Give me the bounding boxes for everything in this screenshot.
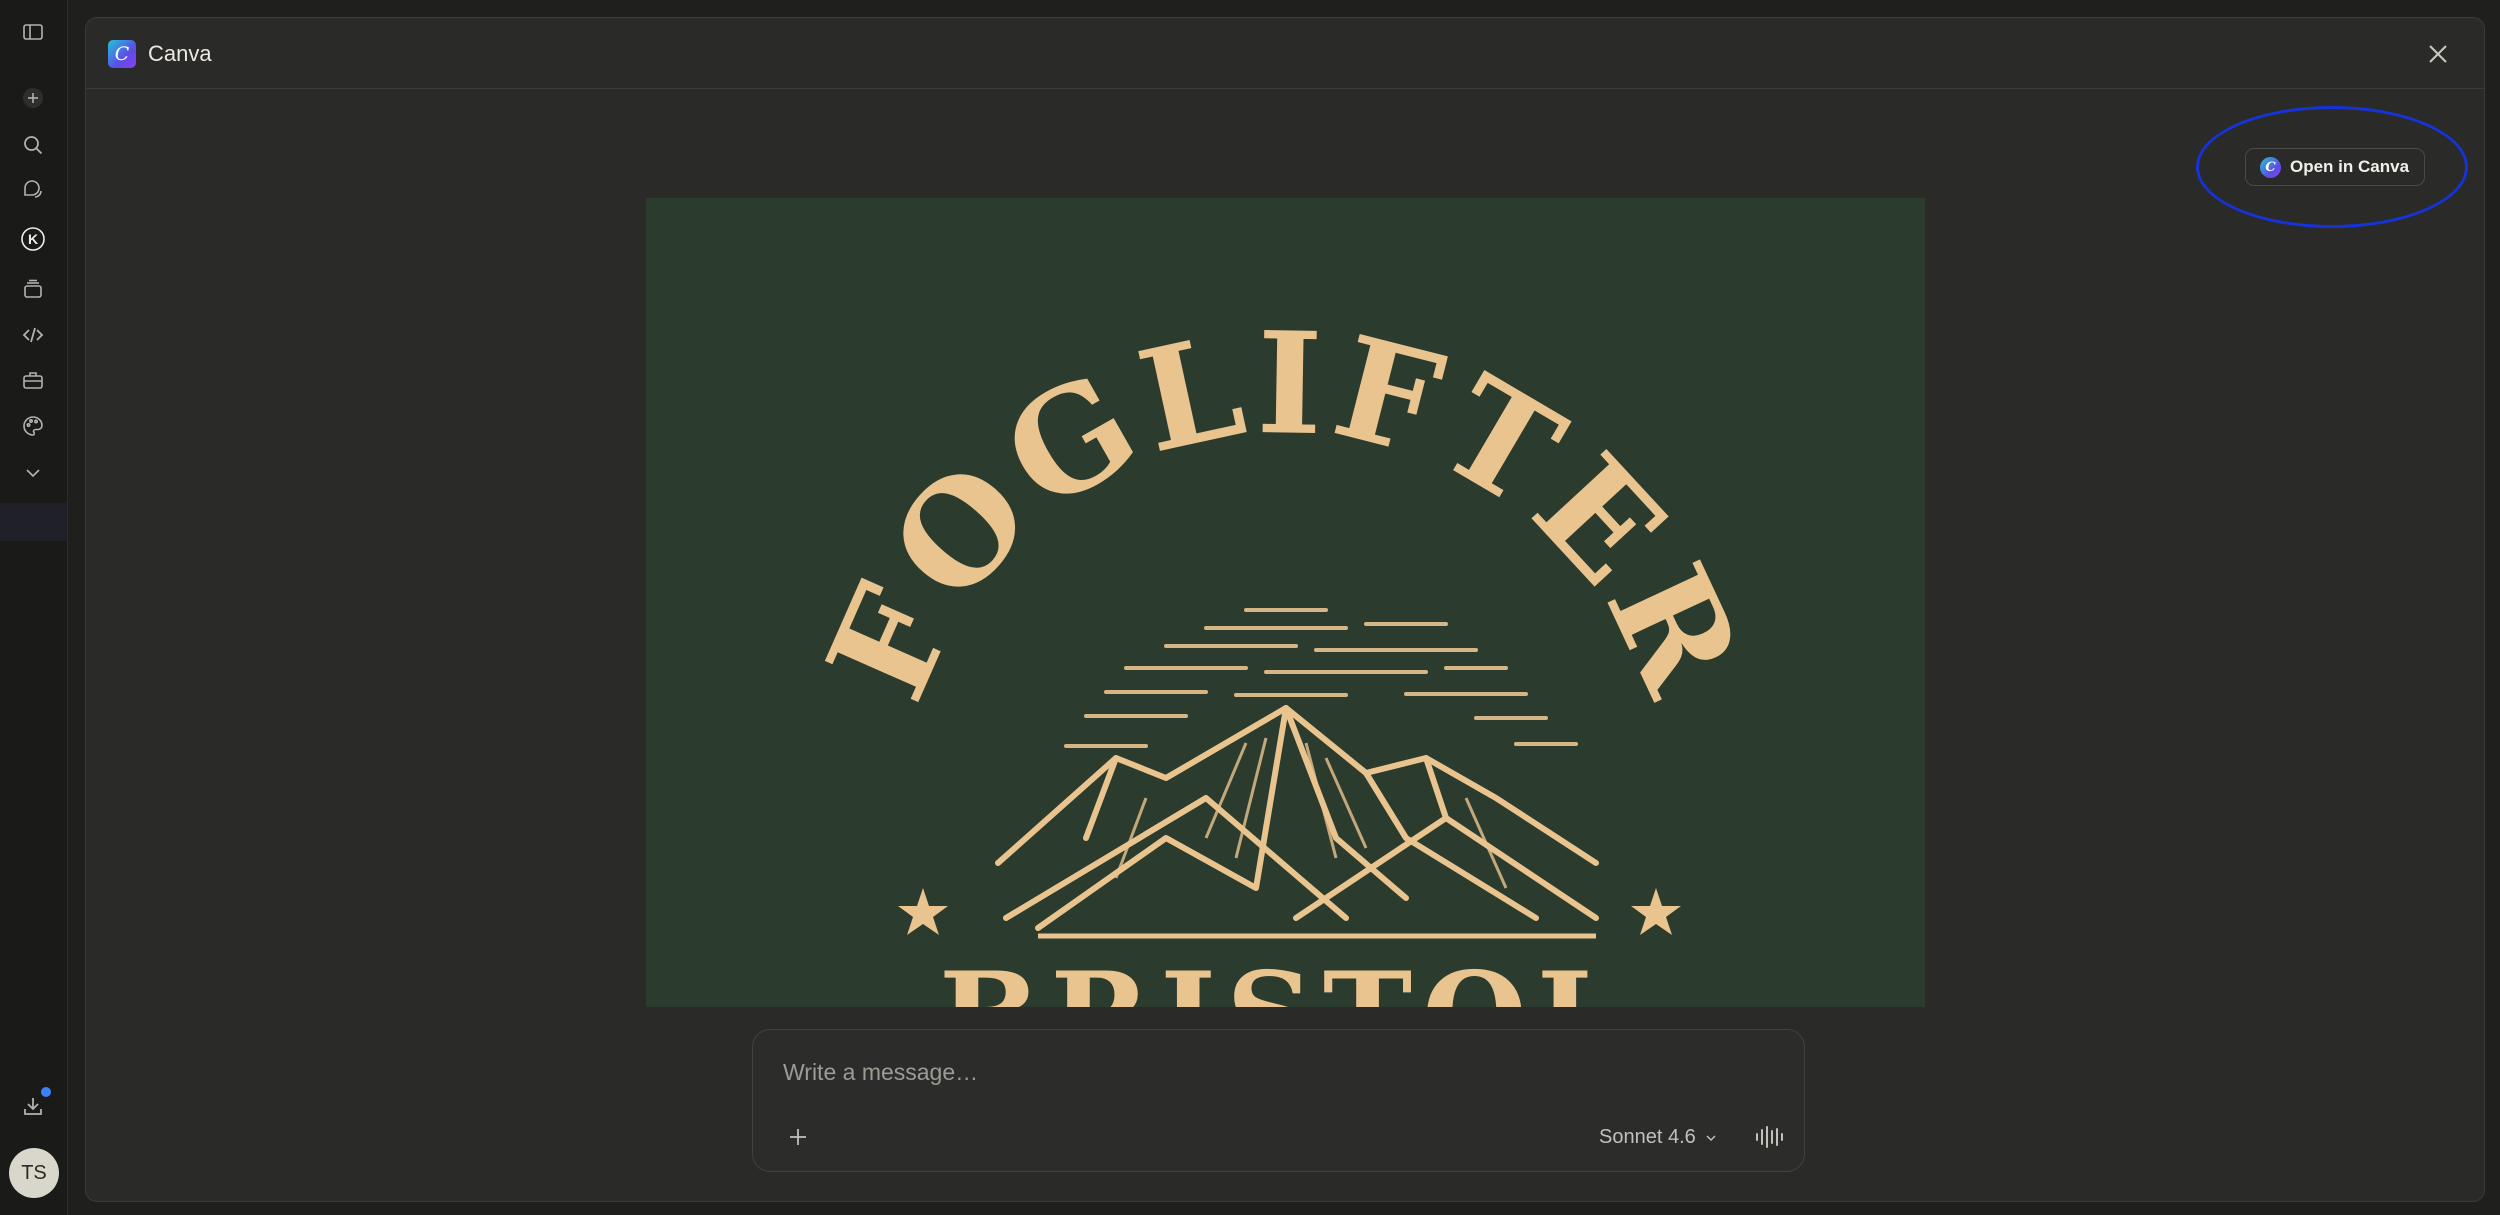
svg-text:K: K bbox=[28, 231, 38, 247]
close-button[interactable] bbox=[2422, 38, 2454, 70]
chevron-down-icon[interactable] bbox=[17, 456, 49, 488]
avatar[interactable]: TS bbox=[9, 1148, 59, 1198]
model-label: Sonnet 4.6 bbox=[1599, 1126, 1696, 1148]
plus-icon bbox=[790, 1129, 806, 1145]
search-icon[interactable] bbox=[17, 129, 49, 161]
palette-icon[interactable] bbox=[17, 410, 49, 442]
code-icon[interactable] bbox=[17, 319, 49, 351]
design-preview: FOGLIFTER FOGLIFTER bbox=[646, 198, 1925, 1007]
left-sidebar: K TS bbox=[0, 0, 68, 1215]
canva-icon: C bbox=[2260, 156, 2281, 178]
star-right-icon bbox=[1631, 888, 1681, 935]
projects-icon[interactable] bbox=[17, 273, 49, 305]
sidebar-active-row bbox=[0, 503, 67, 541]
chats-icon[interactable] bbox=[17, 174, 49, 206]
k-logo-icon[interactable]: K bbox=[17, 223, 49, 255]
design-location-text: BRISTOL bbox=[939, 946, 1631, 1007]
design-logo-art: FOGLIFTER bbox=[797, 302, 1775, 1007]
add-attachment-button[interactable] bbox=[783, 1122, 813, 1152]
message-composer: Sonnet 4.6 bbox=[752, 1029, 1805, 1172]
model-selector[interactable]: Sonnet 4.6 bbox=[1599, 1126, 1718, 1149]
new-chat-button[interactable] bbox=[17, 82, 49, 114]
canva-panel: C Canva C Open in Canva FOGLIFTER FOGLIF… bbox=[85, 17, 2485, 1202]
open-in-canva-button[interactable]: C Open in Canva bbox=[2245, 148, 2425, 186]
canva-logo-icon: C bbox=[108, 40, 136, 68]
message-input[interactable] bbox=[781, 1054, 1685, 1090]
voice-mode-button[interactable] bbox=[1753, 1122, 1785, 1152]
notification-dot bbox=[41, 1087, 51, 1097]
close-icon bbox=[2429, 45, 2447, 63]
open-in-canva-label: Open in Canva bbox=[2290, 157, 2410, 176]
design-brand-arc-text: FOGLIFTER bbox=[797, 302, 1775, 722]
chevron-down-icon bbox=[1706, 1134, 1716, 1141]
page-title: Canva bbox=[148, 41, 212, 66]
sidebar-toggle-icon[interactable] bbox=[17, 16, 49, 48]
toolbox-icon[interactable] bbox=[17, 364, 49, 396]
waveform-icon bbox=[1756, 1126, 1783, 1148]
star-left-icon bbox=[898, 888, 948, 935]
panel-header: C Canva bbox=[86, 18, 2484, 89]
